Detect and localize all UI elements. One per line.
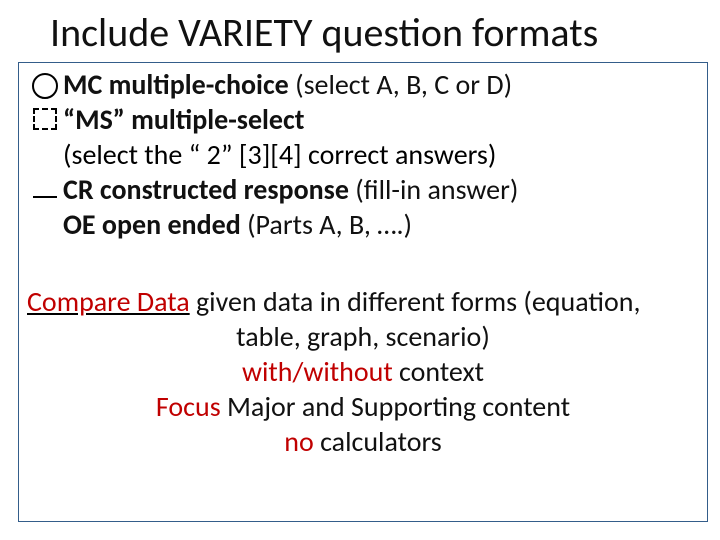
compare-line4a: Focus bbox=[156, 389, 221, 424]
compare-tail1: given data in different forms (equation, bbox=[190, 284, 641, 319]
compare-block: Compare Data given data in different for… bbox=[19, 284, 707, 459]
compare-line5b: calculators bbox=[314, 424, 442, 459]
dashed-box-icon bbox=[27, 102, 63, 130]
circle-icon bbox=[27, 67, 63, 99]
cr-desc: (fill-in answer) bbox=[349, 172, 518, 207]
slide-title: Include VARIETY question formats bbox=[0, 0, 720, 57]
compare-line3a: with/without bbox=[242, 354, 393, 389]
oe-label: OE open ended bbox=[63, 207, 241, 242]
cr-label: CR constructed response bbox=[63, 172, 349, 207]
compare-lead: Compare Data bbox=[27, 284, 190, 319]
mc-label: MC multiple-choice bbox=[63, 67, 289, 102]
blank-underline-icon bbox=[27, 172, 63, 198]
ms-label: “MS” multiple-select bbox=[63, 102, 304, 137]
format-mc: MC multiple-choice (select A, B, C or D) bbox=[27, 67, 697, 102]
mc-desc: (select A, B, C or D) bbox=[289, 67, 512, 102]
format-ms: “MS” multiple-select bbox=[27, 102, 697, 137]
content-box: MC multiple-choice (select A, B, C or D)… bbox=[18, 62, 708, 522]
oe-desc: (Parts A, B, ….) bbox=[241, 207, 412, 242]
compare-line5a: no bbox=[284, 424, 313, 459]
question-formats-list: MC multiple-choice (select A, B, C or D)… bbox=[19, 63, 707, 242]
compare-line2: table, graph, scenario) bbox=[19, 319, 707, 354]
compare-line4b: Major and Supporting content bbox=[221, 389, 570, 424]
compare-line3b: context bbox=[393, 354, 484, 389]
format-cr: CR constructed response (fill-in answer) bbox=[27, 172, 697, 207]
format-oe: OE open ended (Parts A, B, ….) bbox=[27, 207, 697, 242]
ms-desc: (select the “ 2” [3][4] correct answers) bbox=[27, 137, 697, 172]
